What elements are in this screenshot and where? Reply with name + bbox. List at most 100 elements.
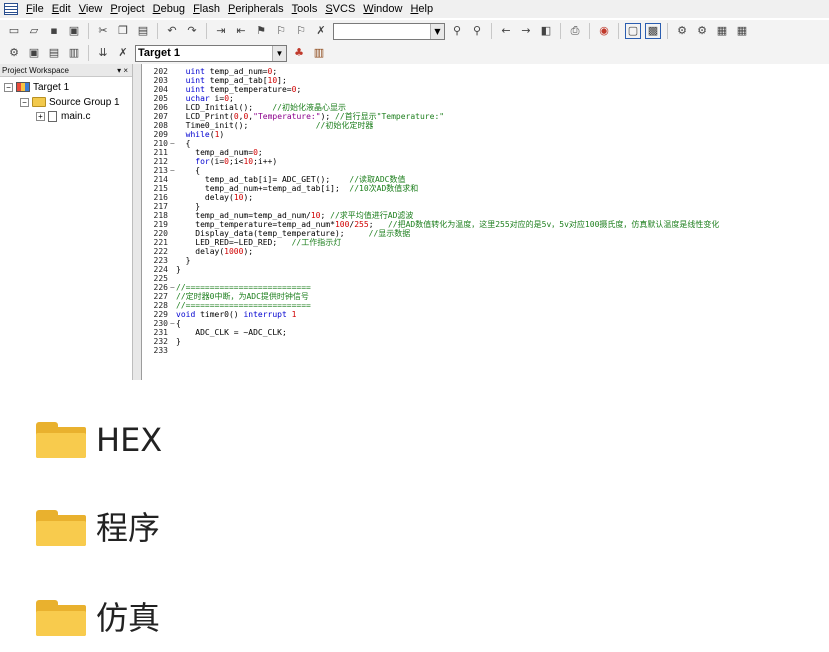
code-line[interactable]: 211 temp_ad_num=0; (142, 148, 829, 157)
forward-arrow-icon[interactable]: → (518, 23, 534, 39)
components-icon[interactable]: ♣ (291, 45, 307, 61)
menu-peripherals[interactable]: Peripherals (224, 3, 288, 15)
menu-edit[interactable]: Edit (48, 3, 75, 15)
code-line[interactable]: 216 delay(10); (142, 193, 829, 202)
tree-item-source-group[interactable]: − Source Group 1 (20, 95, 120, 109)
find-icon[interactable]: ⚲ (449, 23, 465, 39)
code-line[interactable]: 226−//========================== (142, 283, 829, 292)
code-line[interactable]: 205 uchar i=0; (142, 94, 829, 103)
settings-icon[interactable]: ⚙ (694, 23, 710, 39)
code-comment: //首行显示"Temperature:" (335, 112, 445, 121)
code-line[interactable]: 210− { (142, 139, 829, 148)
code-line[interactable]: 207 LCD_Print(0,0,"Temperature:"); //首行显… (142, 112, 829, 121)
code-line[interactable]: 228 //========================== (142, 301, 829, 310)
code-line[interactable]: 204 uint temp_temperature=0; (142, 85, 829, 94)
code-line[interactable]: 214 temp_ad_tab[i]= ADC_GET(); //读取ADC数值 (142, 175, 829, 184)
stop-build-icon[interactable]: ▥ (66, 45, 82, 61)
code-line[interactable]: 232} (142, 337, 829, 346)
next-bookmark-icon[interactable]: ⚐ (293, 23, 309, 39)
download-icon[interactable]: ⇊ (95, 45, 111, 61)
redo-icon[interactable]: ↷ (184, 23, 200, 39)
folder-item-program[interactable]: 程序 (36, 506, 160, 550)
config-icon[interactable]: ▦ (714, 23, 730, 39)
books-icon[interactable]: ▥ (311, 45, 327, 61)
print-icon[interactable]: ⎙ (567, 23, 583, 39)
tree-item-main-c[interactable]: + main.c (36, 109, 90, 123)
code-line[interactable]: 206 LCD_Initial(); //初始化液晶心显示 (142, 103, 829, 112)
code-line[interactable]: 229 void timer0() interrupt 1 (142, 310, 829, 319)
code-line[interactable]: 222 delay(1000); (142, 247, 829, 256)
chevron-down-icon[interactable]: ▼ (272, 45, 286, 61)
code-line[interactable]: 212 for(i=0;i<10;i++) (142, 157, 829, 166)
code-line[interactable]: 221 LED_RED=~LED_RED; //工作指示灯 (142, 238, 829, 247)
code-line[interactable]: 217 } (142, 202, 829, 211)
code-line[interactable]: 218 temp_ad_num=temp_ad_num/10; //求平均值进行… (142, 211, 829, 220)
splitter[interactable] (133, 64, 141, 380)
browse-icon[interactable]: ◧ (538, 23, 554, 39)
code-line[interactable]: 203 uint temp_ad_tab[10]; (142, 76, 829, 85)
prev-bookmark-icon[interactable]: ⚐ (273, 23, 289, 39)
code-line[interactable]: 219 temp_temperature=temp_ad_num*100/255… (142, 220, 829, 229)
menu-file[interactable]: File (22, 3, 48, 15)
menu-view[interactable]: View (75, 3, 107, 15)
paste-icon[interactable]: ▤ (135, 23, 151, 39)
fold-marker-icon[interactable]: − (170, 139, 175, 148)
code-line[interactable]: 213− { (142, 166, 829, 175)
tree-item-target[interactable]: − Target 1 (4, 80, 69, 94)
code-line[interactable]: 231 ADC_CLK = ~ADC_CLK; (142, 328, 829, 337)
fold-marker-icon[interactable]: − (170, 283, 175, 292)
menu-tools[interactable]: Tools (288, 3, 322, 15)
build-icon[interactable]: ▣ (26, 45, 42, 61)
code-line[interactable]: 230−{ (142, 319, 829, 328)
code-line[interactable]: 202 uint temp_ad_num=0; (142, 67, 829, 76)
bookmark-icon[interactable]: ⚑ (253, 23, 269, 39)
tools-icon[interactable]: ⚙ (674, 23, 690, 39)
target-select[interactable]: Target 1 ▼ (135, 44, 287, 62)
save-all-icon[interactable]: ▣ (66, 23, 82, 39)
clear-bookmarks-icon[interactable]: ✗ (313, 23, 329, 39)
code-line[interactable]: 233 (142, 346, 829, 355)
code-line[interactable]: 227 //定时器0中断，为ADC提供时钟信号 (142, 292, 829, 301)
open-file-icon[interactable]: ▱ (26, 23, 42, 39)
undo-icon[interactable]: ↶ (164, 23, 180, 39)
code-line[interactable]: 208 Time0_init(); //初始化定时器 (142, 121, 829, 130)
expand-icon[interactable]: + (36, 111, 45, 121)
menu-flash[interactable]: Flash (189, 3, 224, 15)
code-line[interactable]: 209 while(1) (142, 130, 829, 139)
folder-item-simulation[interactable]: 仿真 (36, 596, 160, 640)
menu-project[interactable]: Project (106, 3, 148, 15)
find-in-files-icon[interactable]: ⚲ (469, 23, 485, 39)
collapse-icon[interactable]: − (4, 82, 13, 92)
menu-svcs[interactable]: SVCS (321, 3, 359, 15)
code-line[interactable]: 225 (142, 274, 829, 283)
fold-marker-icon[interactable]: − (170, 166, 175, 175)
grid-icon[interactable]: ▦ (734, 23, 750, 39)
cut-icon[interactable]: ✂ (95, 23, 111, 39)
save-icon[interactable]: ▪ (46, 23, 62, 39)
compile-icon[interactable]: ⚙ (6, 45, 22, 61)
copy-icon[interactable]: ❐ (115, 23, 131, 39)
chevron-down-icon[interactable]: ▼ (430, 23, 444, 39)
new-file-icon[interactable]: ▭ (6, 23, 22, 39)
outdent-icon[interactable]: ⇤ (233, 23, 249, 39)
code-line[interactable]: 224} (142, 265, 829, 274)
code-line[interactable]: 215 temp_ad_num+=temp_ad_tab[i]; //10次AD… (142, 184, 829, 193)
code-line[interactable]: 223 } (142, 256, 829, 265)
code-editor[interactable]: 202 uint temp_ad_num=0; 203 uint temp_ad_… (141, 64, 829, 380)
rebuild-icon[interactable]: ▤ (46, 45, 62, 61)
view-icon[interactable]: ▩ (645, 23, 661, 39)
debug-icon[interactable]: ◉ (596, 23, 612, 39)
indent-icon[interactable]: ⇥ (213, 23, 229, 39)
code-line[interactable]: 220 Display_data(temp_temperature); //显示… (142, 229, 829, 238)
fold-marker-icon[interactable]: − (170, 319, 175, 328)
find-combo[interactable]: ▼ (333, 22, 445, 40)
folder-item-hex[interactable]: HEX (36, 418, 162, 462)
target-options-icon[interactable]: ✗ (115, 45, 131, 61)
menu-help[interactable]: Help (406, 3, 437, 15)
workspace-controls[interactable]: ▾ × (117, 64, 128, 77)
menu-window[interactable]: Window (359, 3, 406, 15)
window-icon[interactable]: ▢ (625, 23, 641, 39)
back-arrow-icon[interactable]: ← (498, 23, 514, 39)
collapse-icon[interactable]: − (20, 97, 29, 107)
menu-debug[interactable]: Debug (149, 3, 189, 15)
